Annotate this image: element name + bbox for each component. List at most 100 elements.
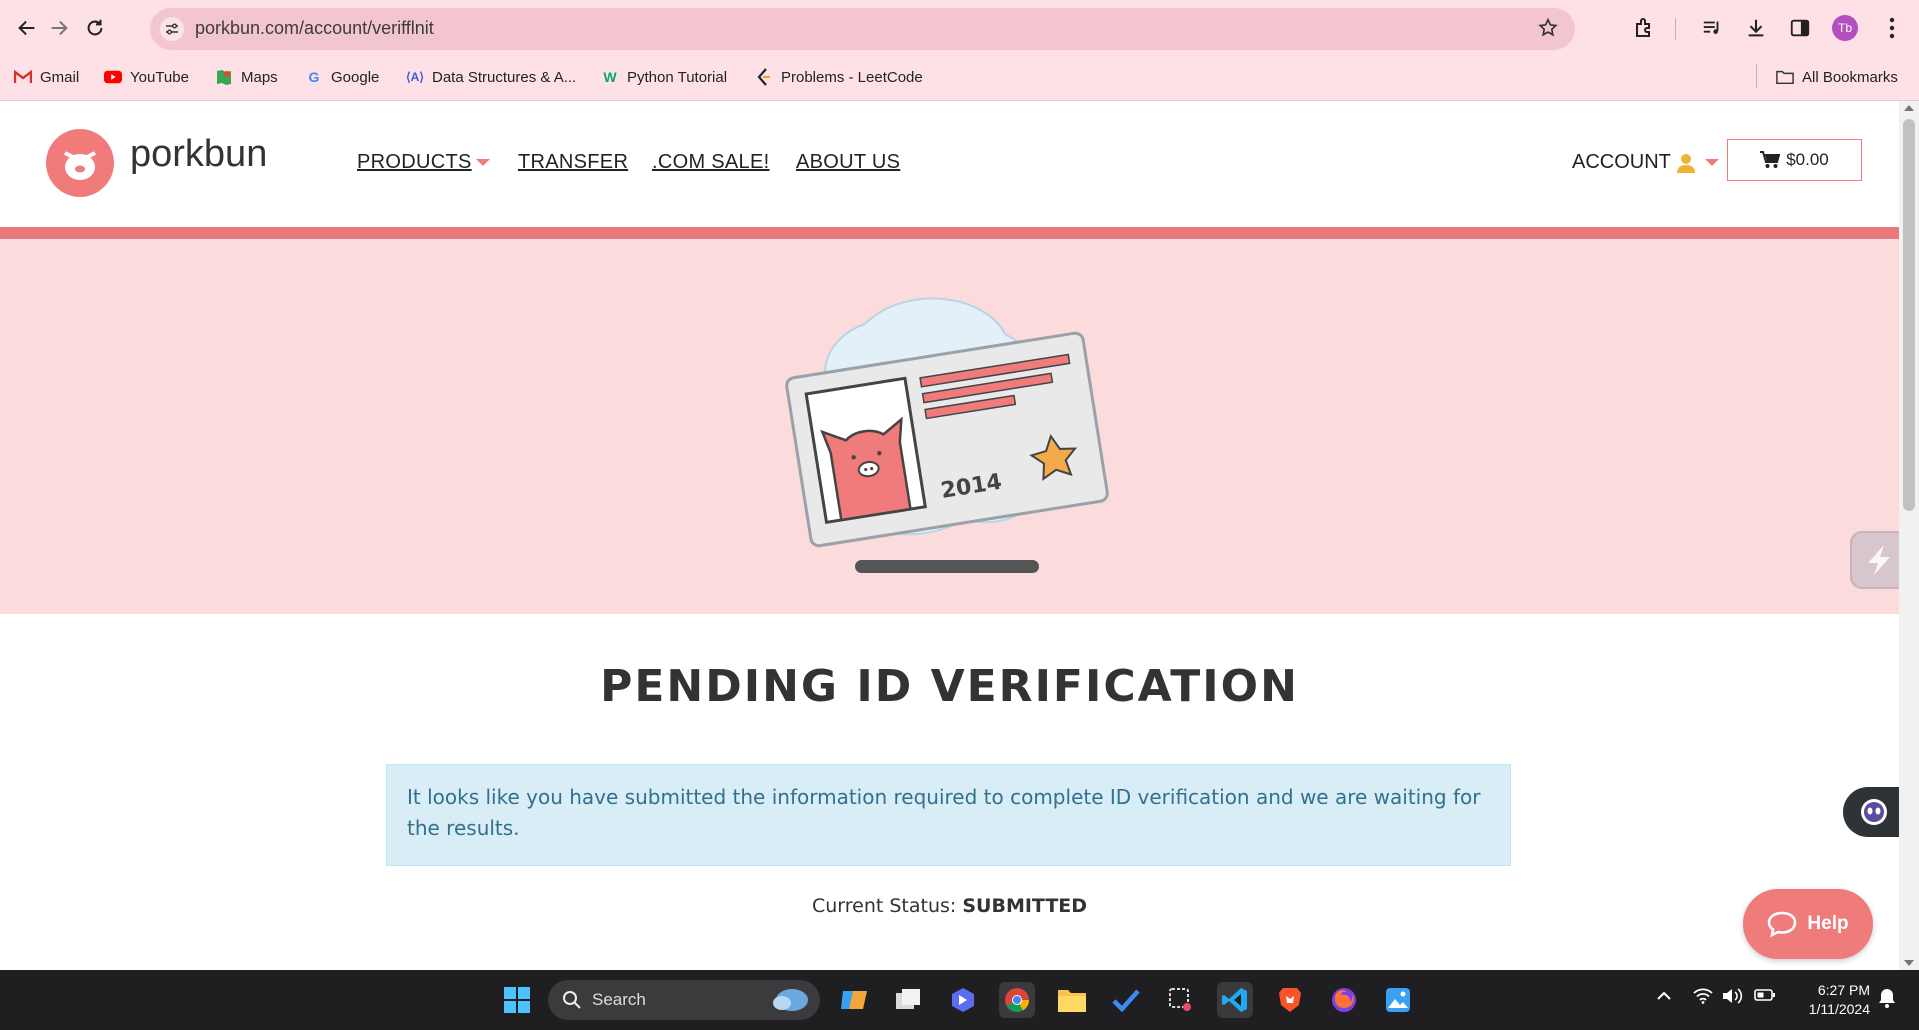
bookmark-label: Python Tutorial (627, 68, 728, 86)
bookmarks-bar: Gmail YouTube Maps G Google ⟨A⟩ Data Str… (0, 57, 1919, 101)
extensions-icon[interactable] (1630, 14, 1658, 42)
taskbar-file-explorer[interactable] (1054, 982, 1090, 1018)
taskbar-copilot[interactable] (836, 982, 872, 1018)
taskbar-app-blue[interactable] (945, 982, 981, 1018)
gmail-icon (14, 68, 32, 86)
page-viewport: porkbun PRODUCTS TRANSFER .COM SALE! ABO… (0, 101, 1899, 970)
folder-icon (1058, 990, 1086, 1012)
floating-side-widget[interactable] (1850, 531, 1899, 589)
shopping-cart-icon (1760, 151, 1781, 168)
leetcode-icon (755, 68, 773, 86)
url-text: porkbun.com/account/verifflnit (195, 18, 434, 38)
cart-total: $0.00 (1786, 150, 1829, 169)
back-button[interactable] (10, 11, 44, 45)
bookmark-data-structures[interactable]: ⟨A⟩ Data Structures & A... (406, 68, 576, 86)
info-alert: It looks like you have submitted the inf… (386, 764, 1511, 866)
taskbar-chrome[interactable] (999, 982, 1035, 1018)
bookmark-gmail[interactable]: Gmail (14, 68, 79, 86)
taskbar-vscode[interactable] (1217, 982, 1253, 1018)
volume-icon[interactable] (1722, 988, 1744, 1007)
help-label: Help (1807, 913, 1849, 934)
account-menu[interactable]: ACCOUNT (1572, 151, 1719, 174)
nav-com-sale[interactable]: .COM SALE! (652, 151, 769, 174)
app-hexagon-icon (952, 988, 974, 1012)
site-info-icon[interactable] (160, 17, 184, 41)
forward-button[interactable] (42, 11, 76, 45)
photos-icon (1386, 988, 1410, 1012)
w3schools-icon: W (603, 69, 617, 85)
hero-banner: 2014 (0, 239, 1899, 614)
clock-date: 1/11/2024 (1808, 1001, 1870, 1017)
address-bar[interactable]: porkbun.com/account/verifflnit (150, 8, 1575, 50)
menu-icon[interactable] (1878, 14, 1906, 42)
bookmark-label: Google (331, 68, 380, 86)
task-view-icon (896, 989, 920, 1009)
bookmark-label: All Bookmarks (1802, 68, 1898, 86)
bookmark-label: Maps (241, 68, 278, 86)
caret-down-icon (1704, 159, 1719, 166)
search-highlight-icon (773, 989, 808, 1011)
page-scrollbar[interactable] (1899, 101, 1919, 970)
folder-icon (1776, 68, 1794, 86)
nav-about-us[interactable]: ABOUT US (796, 151, 900, 174)
logo-text[interactable]: porkbun (130, 133, 267, 176)
bookmark-youtube[interactable]: YouTube (104, 68, 189, 86)
notifications-bell-icon[interactable] (1878, 988, 1896, 1011)
taskbar-search[interactable]: Search (548, 980, 820, 1020)
start-button[interactable] (499, 982, 535, 1018)
arrow-left-icon (18, 20, 35, 36)
reload-icon (87, 19, 103, 36)
reload-button[interactable] (78, 11, 112, 45)
arrow-right-icon (51, 20, 68, 36)
taskbar-photos[interactable] (1380, 982, 1416, 1018)
scroll-down-icon[interactable] (1904, 960, 1914, 966)
taskbar-brave[interactable] (1272, 982, 1308, 1018)
status-label: Current Status: (811, 895, 957, 917)
windows-icon (504, 987, 530, 1013)
bookmark-label: Data Structures & A... (432, 68, 577, 86)
bookmarks-divider (1756, 64, 1757, 88)
bookmark-star-icon[interactable] (1537, 17, 1559, 43)
side-panel-icon[interactable] (1786, 14, 1814, 42)
firefox-icon (1332, 988, 1356, 1012)
caret-down-icon (475, 159, 490, 167)
site-header: porkbun PRODUCTS TRANSFER .COM SALE! ABO… (0, 101, 1899, 227)
profile-avatar[interactable]: Tb (1832, 15, 1858, 41)
snipping-icon (1169, 988, 1191, 1011)
bookmark-python-tutorial[interactable]: W Python Tutorial (601, 68, 727, 86)
porkbun-logo[interactable] (46, 129, 114, 197)
chrome-icon (1005, 988, 1029, 1013)
help-button[interactable]: Help (1743, 889, 1873, 959)
page-title: PENDING ID VERIFICATION (600, 661, 1299, 712)
user-icon (1676, 153, 1695, 173)
bookmark-label: YouTube (130, 68, 189, 86)
chat-bubble-icon (1768, 911, 1797, 937)
chat-bot-widget[interactable] (1843, 787, 1899, 837)
all-bookmarks[interactable]: All Bookmarks (1776, 68, 1898, 86)
nav-products[interactable]: PRODUCTS (357, 151, 490, 174)
taskbar-firefox[interactable] (1326, 982, 1362, 1018)
search-placeholder: Search (592, 990, 646, 1009)
bookmark-google[interactable]: G Google (305, 68, 380, 86)
battery-icon[interactable] (1754, 988, 1776, 1005)
bookmark-leetcode[interactable]: Problems - LeetCode (755, 68, 923, 86)
browser-toolbar: porkbun.com/account/verifflnit Tb (0, 0, 1919, 57)
taskbar-todo[interactable] (1108, 982, 1144, 1018)
system-clock[interactable]: 6:27 PM 1/11/2024 (1790, 981, 1870, 1019)
maps-icon (215, 68, 233, 86)
tray-overflow-icon[interactable] (1656, 988, 1672, 1004)
downloads-icon[interactable] (1742, 14, 1770, 42)
media-controls-icon[interactable] (1698, 14, 1726, 42)
lightning-icon (1868, 545, 1890, 575)
wifi-icon[interactable] (1693, 988, 1713, 1007)
scroll-up-icon[interactable] (1904, 105, 1914, 111)
taskbar-snipping-tool[interactable] (1163, 982, 1199, 1018)
cart-button[interactable]: $0.00 (1727, 139, 1862, 181)
scrollbar-thumb[interactable] (1903, 119, 1915, 511)
status-line: Current Status: SUBMITTED (0, 895, 1899, 917)
taskbar-task-view[interactable] (890, 982, 926, 1018)
account-label: ACCOUNT (1572, 151, 1671, 173)
nav-transfer[interactable]: TRANSFER (518, 151, 628, 174)
toolbar-divider (1675, 18, 1676, 40)
bookmark-maps[interactable]: Maps (215, 68, 278, 86)
